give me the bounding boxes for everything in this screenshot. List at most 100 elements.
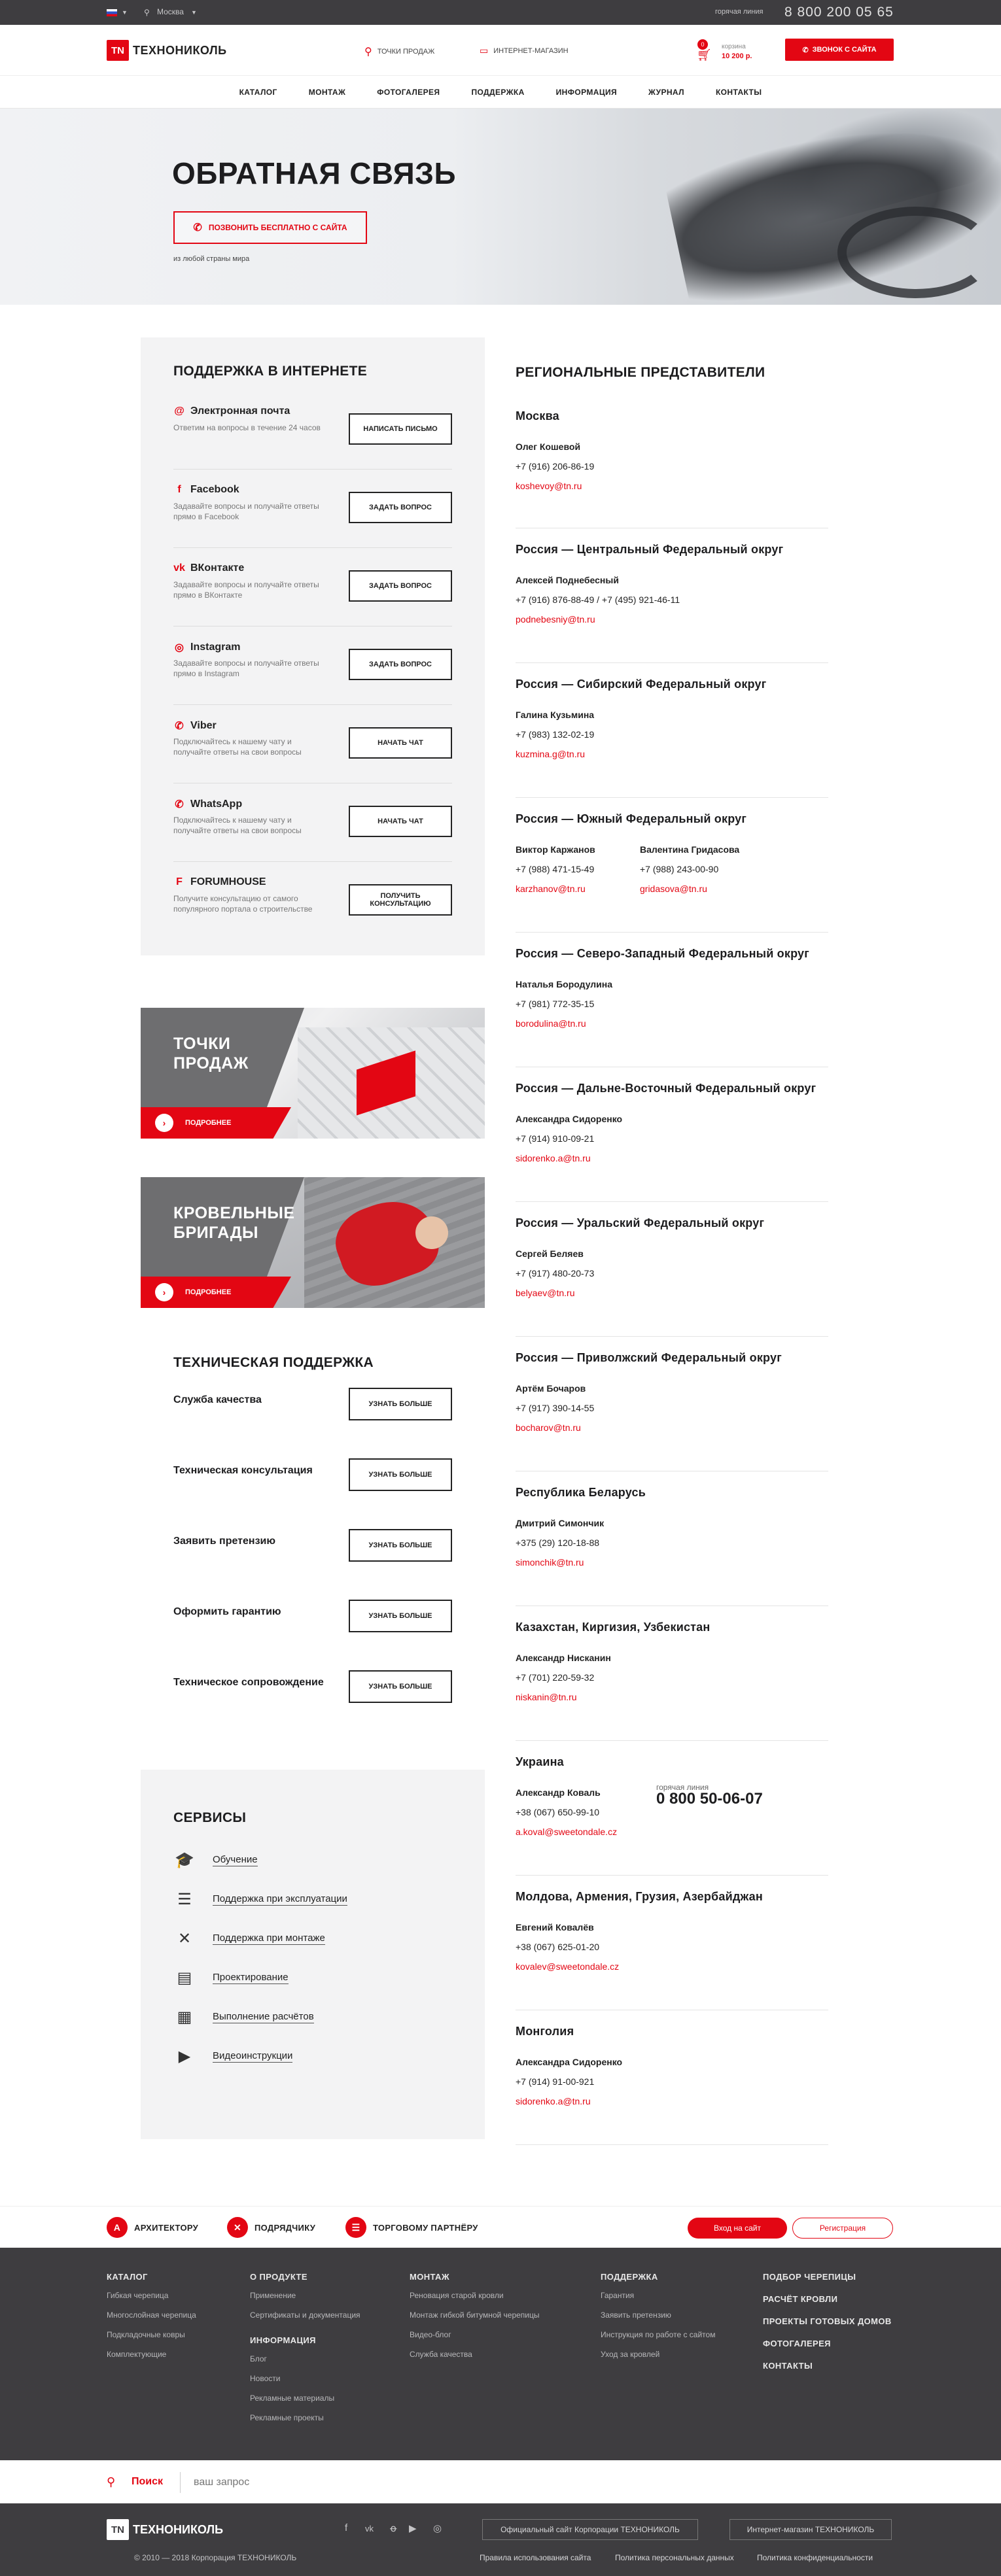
footer-link[interactable]: Гарантия xyxy=(601,2291,715,2300)
rep-phone[interactable]: +7 (701) 220-59-32 xyxy=(516,1668,611,1687)
nav-item-catalog[interactable]: КАТАЛОГ xyxy=(224,88,293,97)
hotline-phone[interactable]: 0 800 50-06-07 xyxy=(656,1791,763,1807)
instagram-icon[interactable]: ◎ xyxy=(433,2522,442,2534)
learn-more-button[interactable]: УЗНАТЬ БОЛЬШЕ xyxy=(349,1529,452,1562)
cart-button[interactable]: 0 🛒︎ xyxy=(695,39,713,61)
footer-heading[interactable]: ПОДДЕРЖКА xyxy=(601,2272,715,2282)
privacy-link[interactable]: Политика конфиденциальности xyxy=(757,2553,873,2562)
nav-item-support[interactable]: ПОДДЕРЖКА xyxy=(455,88,540,97)
footer-heading[interactable]: ПОДБОР ЧЕРЕПИЦЫ xyxy=(763,2272,892,2282)
footer-link[interactable]: Рекламные материалы xyxy=(250,2394,360,2403)
footer-link[interactable]: Монтаж гибкой битумной черепицы xyxy=(410,2310,540,2320)
roofing-teams-banner[interactable]: КРОВЕЛЬНЫЕ БРИГАДЫ › ПОДРОБНЕЕ xyxy=(141,1177,485,1308)
support-action-button[interactable]: ЗАДАТЬ ВОПРОС xyxy=(349,492,452,523)
vk-icon[interactable]: vk xyxy=(365,2524,374,2533)
footer-link[interactable]: Рекламные проекты xyxy=(250,2413,360,2422)
rep-phone[interactable]: +38 (067) 650-99-10 xyxy=(516,1802,617,1822)
rep-phone[interactable]: +7 (917) 480-20-73 xyxy=(516,1263,594,1283)
logo[interactable]: TN ТЕХНОНИКОЛЬ xyxy=(107,40,227,61)
points-of-sale-link[interactable]: ⚲ ТОЧКИ ПРОДАЖ xyxy=(364,45,434,58)
nav-item-contacts[interactable]: КОНТАКТЫ xyxy=(700,88,777,97)
points-of-sale-banner[interactable]: ТОЧКИ ПРОДАЖ › ПОДРОБНЕЕ xyxy=(141,1008,485,1139)
architect-link[interactable]: A АРХИТЕКТОРУ xyxy=(107,2217,198,2238)
rep-email[interactable]: koshevoy@tn.ru xyxy=(516,476,594,496)
nav-item-gallery[interactable]: ФОТОГАЛЕРЕЯ xyxy=(361,88,455,97)
footer-link[interactable]: Служба качества xyxy=(410,2350,540,2359)
rep-email[interactable]: gridasova@tn.ru xyxy=(640,879,739,899)
rep-phone[interactable]: +7 (914) 910-09-21 xyxy=(516,1129,622,1148)
nav-item-journal[interactable]: ЖУРНАЛ xyxy=(633,88,700,97)
rep-phone[interactable]: +7 (983) 132-02-19 xyxy=(516,725,594,744)
service-item[interactable]: ▦ Выполнение расчётов xyxy=(173,1997,452,2036)
call-from-site-button[interactable]: ✆ ЗВОНОК С САЙТА xyxy=(785,39,894,61)
footer-link[interactable]: Реновация старой кровли xyxy=(410,2291,540,2300)
rep-email[interactable]: niskanin@tn.ru xyxy=(516,1687,611,1707)
rep-email[interactable]: sidorenko.a@tn.ru xyxy=(516,2091,622,2111)
rep-email[interactable]: kuzmina.g@tn.ru xyxy=(516,744,594,764)
chevron-down-icon[interactable]: ▼ xyxy=(122,9,128,16)
footer-heading[interactable]: МОНТАЖ xyxy=(410,2272,540,2282)
footer-heading[interactable]: ПРОЕКТЫ ГОТОВЫХ ДОМОВ xyxy=(763,2316,892,2326)
rep-phone[interactable]: +7 (916) 206-86-19 xyxy=(516,456,594,476)
russia-flag-icon[interactable] xyxy=(107,9,117,16)
rep-email[interactable]: borodulina@tn.ru xyxy=(516,1014,612,1033)
rep-email[interactable]: sidorenko.a@tn.ru xyxy=(516,1148,622,1168)
rep-email[interactable]: karzhanov@tn.ru xyxy=(516,879,595,899)
footer-link[interactable]: Блог xyxy=(250,2354,360,2363)
learn-more-button[interactable]: УЗНАТЬ БОЛЬШЕ xyxy=(349,1458,452,1491)
footer-heading[interactable]: КОНТАКТЫ xyxy=(763,2361,892,2371)
footer-link[interactable]: Применение xyxy=(250,2291,360,2300)
rep-phone[interactable]: +7 (988) 471-15-49 xyxy=(516,859,595,879)
learn-more-button[interactable]: УЗНАТЬ БОЛЬШЕ xyxy=(349,1670,452,1703)
rep-phone[interactable]: +7 (916) 876-88-49 / +7 (495) 921-46-11 xyxy=(516,590,680,610)
rep-email[interactable]: a.koval@sweetondale.cz xyxy=(516,1822,617,1842)
footer-link[interactable]: Сертификаты и документация xyxy=(250,2310,360,2320)
support-action-button[interactable]: ЗАДАТЬ ВОПРОС xyxy=(349,570,452,602)
cart-info[interactable]: корзина 10 200 р. xyxy=(722,42,752,61)
more-button[interactable]: › ПОДРОБНЕЕ xyxy=(141,1107,291,1139)
support-action-button[interactable]: НАПИСАТЬ ПИСЬМО xyxy=(349,413,452,445)
rep-phone[interactable]: +375 (29) 120-18-88 xyxy=(516,1533,604,1553)
support-action-button[interactable]: ЗАДАТЬ ВОПРОС xyxy=(349,649,452,680)
rep-phone[interactable]: +38 (067) 625-01-20 xyxy=(516,1937,619,1957)
free-call-button[interactable]: ✆ ПОЗВОНИТЬ БЕСПЛАТНО С САЙТА xyxy=(173,211,367,244)
chevron-down-icon[interactable]: ▼ xyxy=(191,9,197,16)
footer-link[interactable]: Видео-блог xyxy=(410,2330,540,2339)
footer-heading[interactable]: О ПРОДУКТЕ xyxy=(250,2272,360,2282)
youtube-icon[interactable]: ▶ xyxy=(409,2522,417,2534)
online-shop-link[interactable]: ▭ ИНТЕРНЕТ-МАГАЗИН xyxy=(480,45,569,56)
rep-phone[interactable]: +7 (914) 91-00-921 xyxy=(516,2072,622,2091)
partner-link[interactable]: ☰ ТОРГОВОМУ ПАРТНЁРУ xyxy=(345,2217,478,2238)
rep-email[interactable]: bocharov@tn.ru xyxy=(516,1418,594,1437)
terms-link[interactable]: Правила использования сайта xyxy=(480,2553,591,2562)
service-item[interactable]: ▶ Видеоинструкции xyxy=(173,2036,452,2076)
footer-link[interactable]: Подкладочные ковры xyxy=(107,2330,196,2339)
register-button[interactable]: Регистрация xyxy=(792,2218,893,2239)
footer-link[interactable]: Новости xyxy=(250,2374,360,2383)
footer-link[interactable]: Гибкая черепица xyxy=(107,2291,196,2300)
service-item[interactable]: 🎓 Обучение xyxy=(173,1840,452,1880)
learn-more-button[interactable]: УЗНАТЬ БОЛЬШЕ xyxy=(349,1600,452,1632)
footer-heading[interactable]: РАСЧЁТ КРОВЛИ xyxy=(763,2294,892,2304)
support-action-button[interactable]: ПОЛУЧИТЬ КОНСУЛЬТАЦИЮ xyxy=(349,884,452,916)
rep-email[interactable]: podnebesniy@tn.ru xyxy=(516,610,680,629)
official-site-button[interactable]: Официальный сайт Корпорации ТЕХНОНИКОЛЬ xyxy=(482,2519,698,2540)
footer-heading[interactable]: КАТАЛОГ xyxy=(107,2272,196,2282)
rep-email[interactable]: kovalev@sweetondale.cz xyxy=(516,1957,619,1976)
footer-link[interactable]: Заявить претензию xyxy=(601,2310,715,2320)
contractor-link[interactable]: ✕ ПОДРЯДЧИКУ xyxy=(227,2217,315,2238)
footer-link[interactable]: Многослойная черепица xyxy=(107,2310,196,2320)
more-button[interactable]: › ПОДРОБНЕЕ xyxy=(141,1277,291,1308)
search-icon[interactable]: ⚲ xyxy=(107,2475,115,2489)
service-item[interactable]: ☰ Поддержка при эксплуатации xyxy=(173,1880,452,1919)
footer-link[interactable]: Инструкция по работе с сайтом xyxy=(601,2330,715,2339)
hotline-phone[interactable]: 8 800 200 05 65 xyxy=(784,5,894,20)
facebook-icon[interactable]: f xyxy=(345,2522,347,2533)
learn-more-button[interactable]: УЗНАТЬ БОЛЬШЕ xyxy=(349,1388,452,1420)
personal-data-link[interactable]: Политика персональных данных xyxy=(615,2553,734,2562)
nav-item-installation[interactable]: МОНТАЖ xyxy=(293,88,361,97)
footer-heading[interactable]: ИНФОРМАЦИЯ xyxy=(250,2335,360,2345)
service-item[interactable]: ✕ Поддержка при монтаже xyxy=(173,1919,452,1958)
service-item[interactable]: ▤ Проектирование xyxy=(173,1958,452,1997)
rep-email[interactable]: belyaev@tn.ru xyxy=(516,1283,594,1303)
